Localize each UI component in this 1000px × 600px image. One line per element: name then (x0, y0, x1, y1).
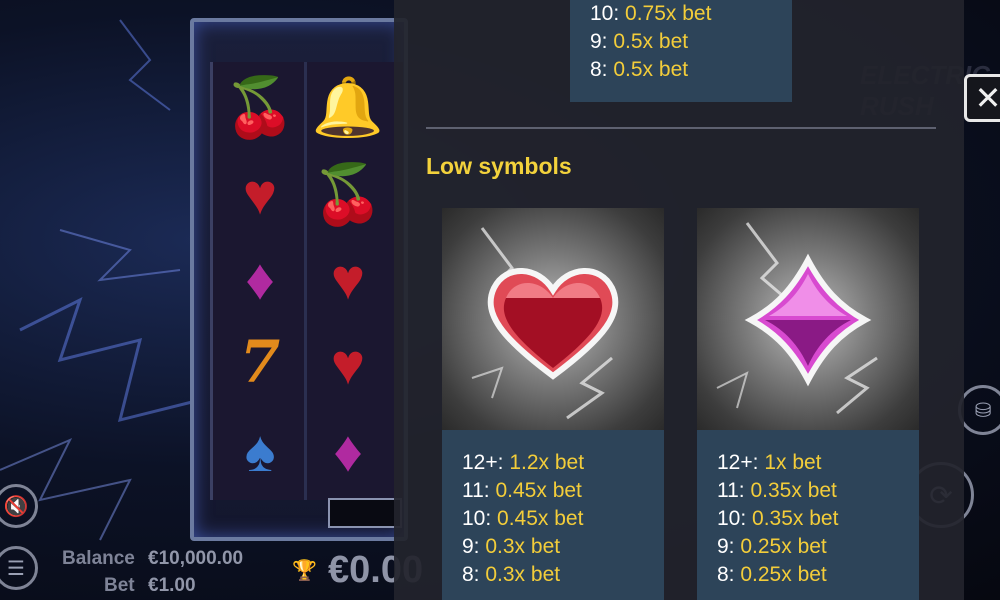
payout-row: 12+: 1.2x bet (462, 451, 584, 475)
payout-count: 9: (462, 535, 480, 558)
payout-value: 0.75x bet (625, 2, 712, 25)
payout-value: 0.35x bet (750, 479, 837, 502)
payout-value: 0.3x bet (485, 563, 561, 586)
payout-value: 1x bet (764, 451, 822, 474)
payout-count: 11: (462, 479, 490, 502)
payout-count: 10: (590, 2, 620, 25)
payout-value: 0.25x bet (740, 535, 827, 558)
seven-icon: 7 (239, 328, 281, 396)
diamond-icon (716, 222, 878, 415)
payout-count: 12+: (717, 451, 759, 474)
close-icon: ✕ (974, 80, 1000, 116)
payout-count: 12+: (462, 451, 504, 474)
payout-row: 8: 0.3x bet (462, 563, 560, 587)
cherry-icon: 🍒 (223, 75, 297, 140)
payout-row: 8: 0.5x bet (590, 58, 688, 82)
heart-icon (471, 227, 619, 420)
coins-icon[interactable]: ⛁ (958, 385, 1000, 435)
bet-label: Bet (104, 575, 135, 596)
payout-row: 10: 0.75x bet (590, 2, 711, 26)
trophy-icon: 🏆 (292, 560, 317, 582)
bet-value: €1.00 (148, 575, 196, 596)
reel-bottom-bar (328, 498, 402, 528)
payout-value: 0.45x bet (497, 507, 584, 530)
payout-count: 10: (462, 507, 492, 530)
payout-row: 9: 0.25x bet (717, 535, 827, 559)
payout-value: 0.25x bet (740, 563, 827, 586)
payout-row: 8: 0.25x bet (717, 563, 827, 587)
payout-row: 10: 0.35x bet (717, 507, 838, 531)
payout-count: 8: (717, 563, 735, 586)
payout-row: 9: 0.5x bet (590, 30, 688, 54)
payout-value: 0.35x bet (752, 507, 839, 530)
payout-row: 9: 0.3x bet (462, 535, 560, 559)
payout-value: 0.5x bet (613, 58, 689, 81)
cherry-icon: 🍒 (311, 162, 385, 227)
payout-count: 11: (717, 479, 745, 502)
payout-row: 10: 0.45x bet (462, 507, 583, 531)
balance-value: €10,000.00 (148, 548, 244, 569)
heart-icon: ♥ (330, 247, 366, 312)
spade-icon: ♠ (244, 419, 276, 484)
close-button[interactable]: ✕ (964, 74, 1000, 122)
payout-row: 11: 0.45x bet (462, 479, 582, 503)
payout-count: 9: (590, 30, 608, 53)
bell-icon: 🔔 (311, 75, 385, 140)
payout-count: 10: (717, 507, 747, 530)
low-symbols-title: Low symbols (426, 153, 572, 179)
heart-symbol-card (442, 208, 664, 430)
reel-divider (304, 62, 307, 500)
diamond-icon: ♦ (245, 247, 275, 312)
payout-count: 8: (590, 58, 608, 81)
balance-label: Balance (62, 548, 135, 569)
diamond-symbol-card (697, 208, 919, 430)
payout-value: 1.2x bet (509, 451, 585, 474)
heart-icon: ♥ (242, 162, 278, 227)
payout-count: 8: (462, 563, 480, 586)
section-divider (426, 127, 936, 129)
payout-value: 0.3x bet (485, 535, 561, 558)
payout-value: 0.45x bet (495, 479, 582, 502)
payout-count: 9: (717, 535, 735, 558)
payout-row: 11: 0.35x bet (717, 479, 837, 503)
diamond-icon: ♦ (333, 419, 363, 484)
payout-row: 12+: 1x bet (717, 451, 822, 475)
payout-value: 0.5x bet (613, 30, 689, 53)
heart-icon: ♥ (330, 332, 366, 397)
